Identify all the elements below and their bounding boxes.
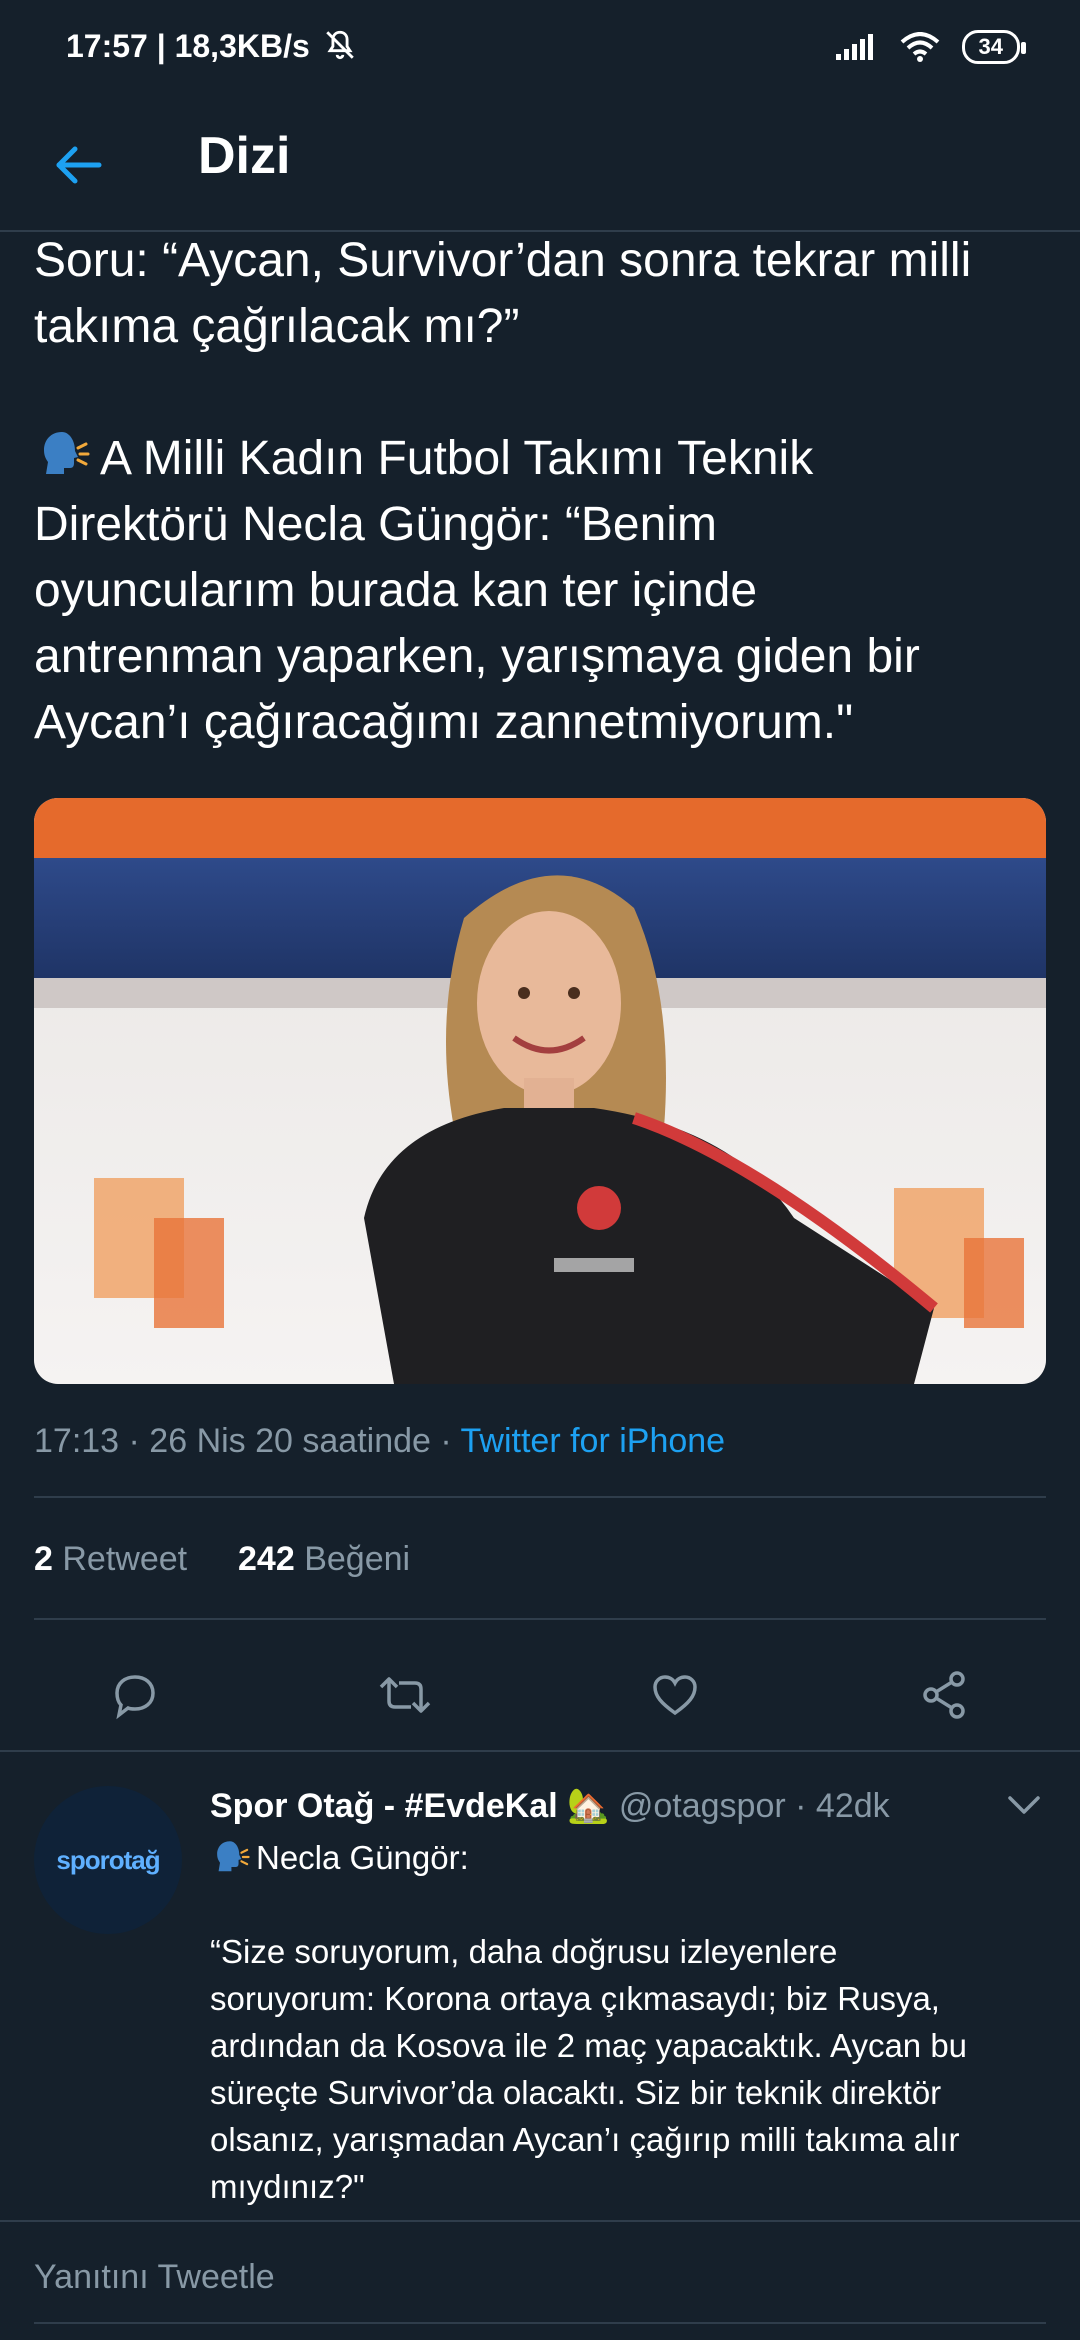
- reply-line: süreçte Survivor’da olacaktı. Siz bir te…: [210, 2074, 942, 2111]
- retweet-button[interactable]: [370, 1660, 440, 1730]
- status-time-speed: 17:57 | 18,3KB/s: [66, 28, 310, 64]
- divider: [34, 1618, 1046, 1620]
- tweet-body: Soru: “Aycan, Survivor’dan sonra tekrar …: [34, 228, 1054, 756]
- top-app-bar: Dizi: [0, 100, 1080, 232]
- like-icon: [653, 1675, 697, 1716]
- battery-indicator: 34: [961, 30, 1027, 64]
- photo-player-portrait: [34, 798, 1046, 1384]
- reply-button[interactable]: [100, 1660, 170, 1730]
- divider: [34, 1496, 1046, 1498]
- speaking-head-icon: [44, 432, 90, 474]
- reply-line: olsanız, yarışmadan Aycan’ı çağırıp mill…: [210, 2121, 960, 2158]
- avatar[interactable]: sporotağ: [34, 1786, 182, 1934]
- reply-handle-time: @otagspor · 42dk: [609, 1787, 890, 1825]
- divider: [0, 1750, 1080, 1752]
- tweet-line: Soru: “Aycan, Survivor’dan sonra tekrar …: [34, 234, 972, 287]
- chevron-down-icon: [1008, 1796, 1040, 1814]
- tweet-stats: 2 Retweet 242 Beğeni: [34, 1540, 410, 1579]
- retweets-stat[interactable]: 2 Retweet: [34, 1540, 187, 1578]
- reply-line: soruyorum: Korona ortaya çıkmasaydı; biz…: [210, 1980, 940, 2017]
- page-title: Dizi: [198, 127, 291, 185]
- speaking-head-icon: [217, 1841, 250, 1872]
- tweet-menu-button[interactable]: [1004, 1790, 1044, 1820]
- likes-stat[interactable]: 242 Beğeni: [238, 1540, 410, 1578]
- share-icon: [923, 1671, 965, 1719]
- tweet-meta: 17:13 · 26 Nis 20 saatinde · Twitter for…: [34, 1422, 725, 1461]
- back-button[interactable]: [44, 130, 114, 200]
- tweet-line: antrenman yaparken, yarışmaya giden bir: [34, 630, 920, 683]
- reply-line: “Size soruyorum, daha doğrusu izleyenler…: [210, 1933, 838, 1970]
- like-button[interactable]: [640, 1660, 710, 1730]
- tweet-line: A Milli Kadın Futbol Takımı Teknik: [100, 432, 814, 485]
- reply-body: Necla Güngör: “Size soruyorum, daha doğr…: [210, 1834, 1040, 2210]
- mute-bell-icon: [325, 30, 354, 60]
- divider: [0, 2220, 1080, 2222]
- reply-input[interactable]: Yanıtını Tweetle: [34, 2258, 275, 2297]
- status-bar: 17:57 | 18,3KB/s 34: [0, 0, 1080, 100]
- retweet-icon: [379, 1677, 431, 1713]
- reply-author-name[interactable]: Spor Otağ - #EvdeKal 🏡: [210, 1787, 609, 1825]
- tweet-actions: [0, 1640, 1080, 1750]
- signal-icon: [835, 34, 873, 60]
- reply-header: Spor Otağ - #EvdeKal 🏡 @otagspor · 42dk: [210, 1786, 890, 1826]
- reply-line: Necla Güngör:: [256, 1839, 469, 1876]
- divider: [34, 2322, 1046, 2324]
- tweet-photo[interactable]: [34, 798, 1046, 1384]
- reply-line: ardından da Kosova ile 2 maç yapacaktık.…: [210, 2027, 968, 2064]
- tweet-line: takıma çağrılacak mı?”: [34, 300, 520, 353]
- tweet-line: Aycan’ı çağıracağımı zannetmiyorum.": [34, 696, 854, 749]
- wifi-icon: [900, 32, 939, 62]
- reply-line: mıydınız?": [210, 2168, 365, 2205]
- reply-icon: [115, 1675, 155, 1720]
- tweet-line: oyuncularım burada kan ter içinde: [34, 564, 758, 617]
- back-arrow-icon: [56, 146, 102, 184]
- tweet-line: Direktörü Necla Güngör: “Benim: [34, 498, 717, 551]
- tweet-source-link[interactable]: Twitter for iPhone: [461, 1422, 726, 1460]
- share-button[interactable]: [910, 1660, 980, 1730]
- tweet-timestamp: 17:13 · 26 Nis 20 saatinde ·: [34, 1422, 461, 1460]
